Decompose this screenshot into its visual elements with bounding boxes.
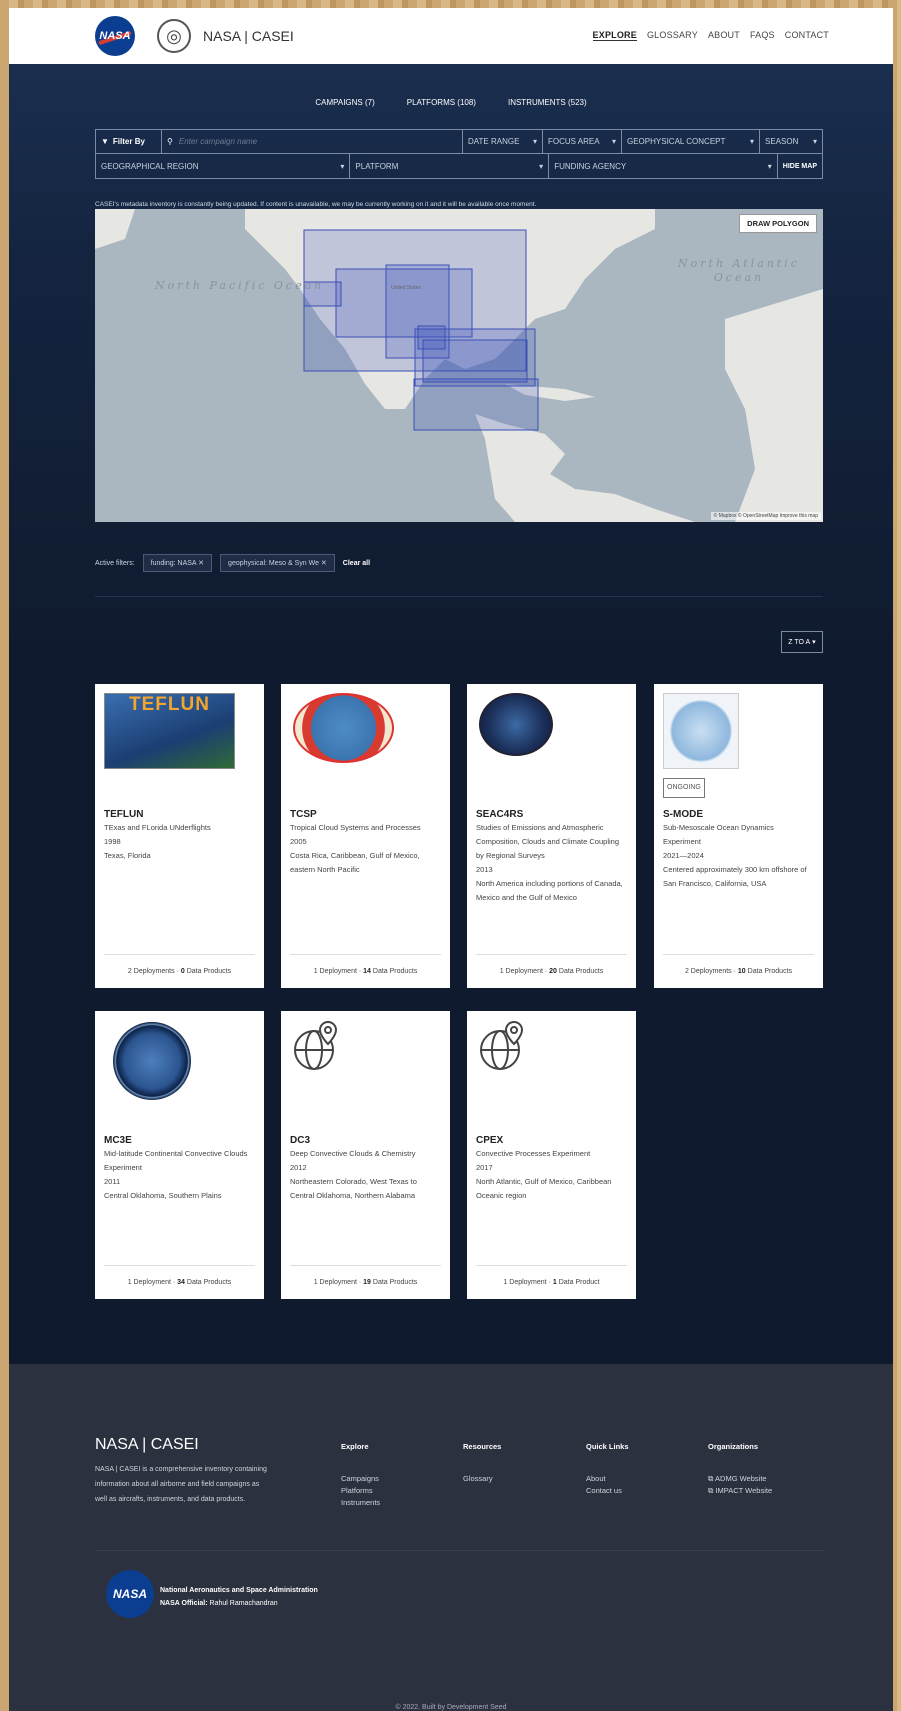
- geographical-region-dropdown[interactable]: GEOGRAPHICAL REGION ▾: [96, 154, 351, 178]
- footer-col-organizations: Organizations ⧉ ADMG Website ⧉ IMPACT We…: [708, 1442, 773, 1497]
- nav-explore[interactable]: EXPLORE: [592, 30, 637, 41]
- hide-map-button[interactable]: HIDE MAP: [778, 154, 822, 178]
- chevron-down-icon: ▾: [812, 137, 817, 146]
- metadata-notice: CASEI's metadata inventory is constantly…: [95, 201, 537, 208]
- status-badge: ONGOING: [663, 778, 705, 798]
- external-link-icon: ⧉: [708, 1474, 714, 1483]
- tab-platforms[interactable]: PLATFORMS (108): [407, 98, 476, 107]
- campaign-card-seac4rs[interactable]: SEAC4RS Studies of Emissions and Atmosph…: [467, 684, 636, 988]
- chevron-down-icon: ▾: [812, 639, 816, 646]
- chevron-down-icon: ▾: [767, 161, 772, 171]
- seac4rs-logo-image: [479, 693, 553, 756]
- footer-col-resources: Resources Glossary: [463, 1442, 502, 1485]
- filter-chip-geophysical[interactable]: geophysical: Meso & Syn We ✕: [220, 554, 335, 572]
- footer-description: NASA | CASEI is a comprehensive inventor…: [95, 1466, 267, 1503]
- card-stats: 1 Deployment · 34 Data Products: [104, 1265, 255, 1299]
- brand-title[interactable]: NASA | CASEI: [203, 28, 294, 44]
- globe-pin-icon: [480, 1020, 524, 1070]
- nav-faqs[interactable]: FAQS: [750, 30, 775, 41]
- card-stats: 2 Deployments · 0 Data Products: [104, 954, 255, 988]
- nav-about[interactable]: ABOUT: [708, 30, 740, 41]
- date-range-dropdown[interactable]: DATE RANGE ▾: [463, 130, 543, 153]
- chevron-down-icon: ▾: [749, 137, 754, 146]
- divider: [95, 596, 823, 597]
- page: NASA ◎ NASA | CASEI EXPLORE GLOSSARY ABO…: [9, 8, 893, 1711]
- site-footer: NASA | CASEI NASA | CASEI is a comprehen…: [9, 1364, 893, 1711]
- filter-by-button[interactable]: ▼ Filter By: [96, 130, 162, 153]
- chevron-down-icon: ▾: [340, 161, 345, 171]
- footer-nasa-logo[interactable]: NASA: [106, 1570, 154, 1618]
- season-dropdown[interactable]: SEASON ▾: [760, 130, 822, 153]
- top-header: NASA ◎ NASA | CASEI EXPLORE GLOSSARY ABO…: [9, 8, 893, 64]
- footer-link-instruments[interactable]: Instruments: [341, 1497, 380, 1509]
- clear-all-button[interactable]: Clear all: [343, 560, 370, 567]
- filter-chip-funding[interactable]: funding: NASA ✕: [142, 554, 213, 572]
- map-label-us: United States: [391, 285, 422, 291]
- footer-link-platforms[interactable]: Platforms: [341, 1485, 380, 1497]
- chevron-down-icon: ▾: [539, 161, 544, 171]
- close-icon[interactable]: ✕: [198, 560, 204, 567]
- footer-col-quick-links: Quick Links About Contact us: [586, 1442, 629, 1497]
- teflun-banner-image: TEFLUN: [104, 693, 235, 769]
- chevron-down-icon: ▾: [611, 137, 616, 146]
- active-filters: Active filters: funding: NASA ✕ geophysi…: [95, 554, 370, 572]
- draw-polygon-button[interactable]: DRAW POLYGON: [739, 214, 817, 233]
- ocean-label-pacific: North Pacific Ocean: [155, 279, 325, 292]
- filter-bar: ▼ Filter By ⚲ Enter campaign name DATE RAN…: [95, 129, 823, 179]
- close-icon[interactable]: ✕: [321, 560, 327, 567]
- footer-link-admg[interactable]: ⧉ ADMG Website: [708, 1473, 772, 1485]
- campaign-card-teflun[interactable]: TEFLUN TEFLUN TExas and FLorida UNderfli…: [95, 684, 264, 988]
- sort-dropdown[interactable]: Z TO A ▾: [781, 631, 823, 653]
- chevron-down-icon: ▾: [532, 137, 537, 146]
- casei-globe-icon[interactable]: ◎: [157, 19, 191, 53]
- footer-col-explore: Explore Campaigns Platforms Instruments: [341, 1442, 381, 1509]
- card-stats: 1 Deployment · 14 Data Products: [290, 954, 441, 988]
- focus-area-dropdown[interactable]: FOCUS AREA ▾: [543, 130, 622, 153]
- campaign-card-cpex[interactable]: CPEX Convective Processes Experiment 2017…: [467, 1011, 636, 1299]
- footer-link-impact[interactable]: ⧉ IMPACT Website: [708, 1485, 772, 1497]
- campaign-card-dc3[interactable]: DC3 Deep Convective Clouds & Chemistry 20…: [281, 1011, 450, 1299]
- nav-glossary[interactable]: GLOSSARY: [647, 30, 698, 41]
- ocean-label-atlantic: North Atlantic Ocean: [678, 257, 800, 284]
- card-stats: 1 Deployment · 1 Data Product: [476, 1265, 627, 1299]
- campaign-map[interactable]: North Pacific Ocean North Atlantic Ocean…: [95, 209, 823, 522]
- footer-brand: NASA | CASEI: [95, 1436, 199, 1453]
- tab-campaigns[interactable]: CAMPAIGNS (7): [315, 98, 374, 107]
- filter-icon: ▼: [101, 137, 109, 146]
- nav-contact[interactable]: CONTACT: [785, 30, 829, 41]
- footer-agency: National Aeronautics and Space Administr…: [160, 1587, 318, 1607]
- external-link-icon: ⧉: [708, 1486, 714, 1495]
- card-stats: 2 Deployments · 10 Data Products: [663, 954, 814, 988]
- footer-divider: [95, 1550, 823, 1551]
- mc3e-logo-image: [113, 1022, 191, 1100]
- main-nav: EXPLORE GLOSSARY ABOUT FAQS CONTACT: [592, 30, 829, 41]
- search-icon: ⚲: [167, 137, 173, 146]
- copyright: © 2022. Built by Development Seed: [395, 1704, 507, 1711]
- explore-tabs: CAMPAIGNS (7) PLATFORMS (108) INSTRUMENT…: [9, 98, 893, 107]
- card-stats: 1 Deployment · 20 Data Products: [476, 954, 627, 988]
- campaign-card-mc3e[interactable]: MC3E Mid-latitude Continental Convective…: [95, 1011, 264, 1299]
- tcsp-logo-image: [293, 693, 394, 763]
- active-filters-label: Active filters:: [95, 559, 135, 567]
- funding-agency-dropdown[interactable]: FUNDING AGENCY ▾: [549, 154, 778, 178]
- campaign-card-s-mode[interactable]: ONGOING S-MODE Sub-Mesoscale Ocean Dynam…: [654, 684, 823, 988]
- map-attribution[interactable]: © Mapbox © OpenStreetMap Improve this ma…: [710, 512, 821, 520]
- s-mode-logo-image: [663, 693, 739, 769]
- footer-link-campaigns[interactable]: Campaigns: [341, 1473, 380, 1485]
- footer-link-contact[interactable]: Contact us: [586, 1485, 629, 1497]
- footer-link-glossary[interactable]: Glossary: [463, 1473, 501, 1485]
- search-input[interactable]: ⚲ Enter campaign name: [162, 130, 463, 153]
- nasa-logo[interactable]: NASA: [95, 16, 135, 56]
- tab-instruments[interactable]: INSTRUMENTS (523): [508, 98, 587, 107]
- platform-dropdown[interactable]: PLATFORM ▾: [350, 154, 550, 178]
- campaign-card-tcsp[interactable]: TCSP Tropical Cloud Systems and Processe…: [281, 684, 450, 988]
- globe-pin-icon: [294, 1020, 338, 1070]
- footer-link-about[interactable]: About: [586, 1473, 629, 1485]
- card-stats: 1 Deployment · 19 Data Products: [290, 1265, 441, 1299]
- geophysical-concept-dropdown[interactable]: GEOPHYSICAL CONCEPT ▾: [622, 130, 760, 153]
- map-canvas: [95, 209, 823, 522]
